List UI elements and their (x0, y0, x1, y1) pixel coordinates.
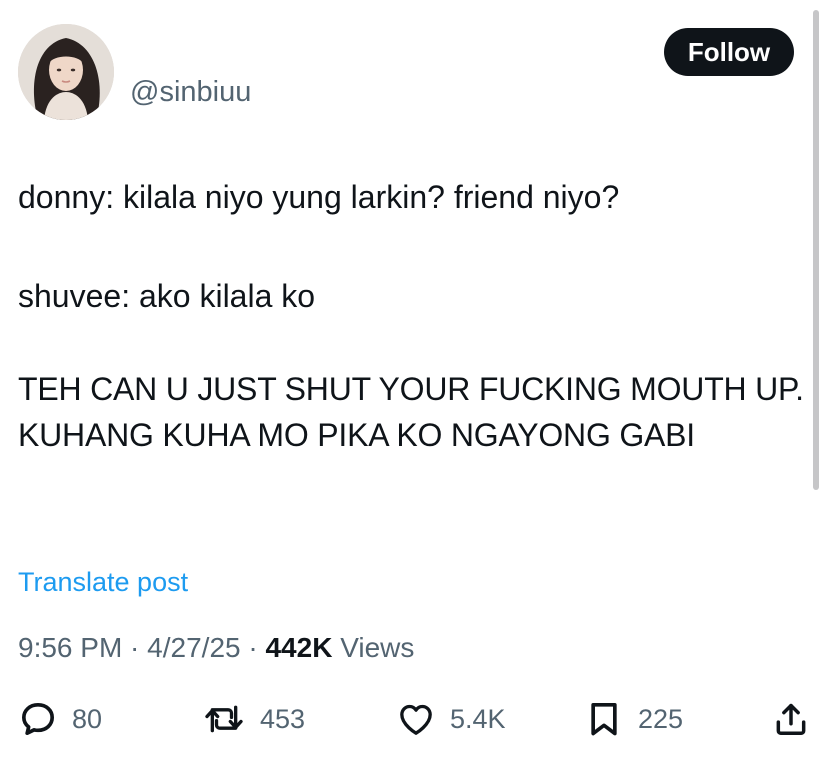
meta-separator-1: · (122, 632, 148, 663)
share-icon (776, 703, 806, 735)
scrollbar[interactable] (813, 10, 819, 490)
retweet-button[interactable]: 453 (202, 690, 305, 748)
meta-separator-2: · (240, 632, 266, 663)
reply-count: 80 (72, 703, 103, 734)
tweet-text-line-3: TEH CAN U JUST SHUT YOUR FUCKING MOUTH U… (18, 371, 813, 453)
like-count: 5.4K (450, 703, 506, 734)
reply-icon (22, 703, 55, 735)
like-button[interactable]: 5.4K (396, 690, 506, 748)
views-label: Views (340, 632, 415, 663)
tweet-text-line-1: donny: kilala niyo yung larkin? friend n… (18, 179, 620, 215)
share-button[interactable] (772, 690, 810, 748)
avatar[interactable] (18, 24, 114, 120)
post-time[interactable]: 9:56 PM (18, 632, 122, 663)
translate-post-link[interactable]: Translate post (18, 564, 188, 600)
bookmark-button[interactable]: 225 (584, 690, 683, 748)
reply-button[interactable]: 80 (18, 690, 102, 748)
bookmark-count: 225 (638, 703, 684, 734)
follow-button[interactable]: Follow (664, 28, 794, 76)
bookmark-icon (591, 703, 617, 736)
profile-photo-icon (18, 24, 114, 120)
retweet-count: 453 (260, 703, 306, 734)
views-count: 442K (265, 632, 333, 663)
username-handle[interactable]: @sinbiuu (130, 74, 251, 110)
like-icon (400, 704, 432, 735)
tweet-text-line-2: shuvee: ako kilala ko (18, 278, 316, 314)
action-bar: 80 453 5.4K 225 (0, 690, 828, 748)
post-metadata: 9:56 PM · 4/27/25 · 442K Views (18, 630, 414, 666)
post-date[interactable]: 4/27/25 (147, 632, 240, 663)
retweet-icon (205, 705, 243, 733)
